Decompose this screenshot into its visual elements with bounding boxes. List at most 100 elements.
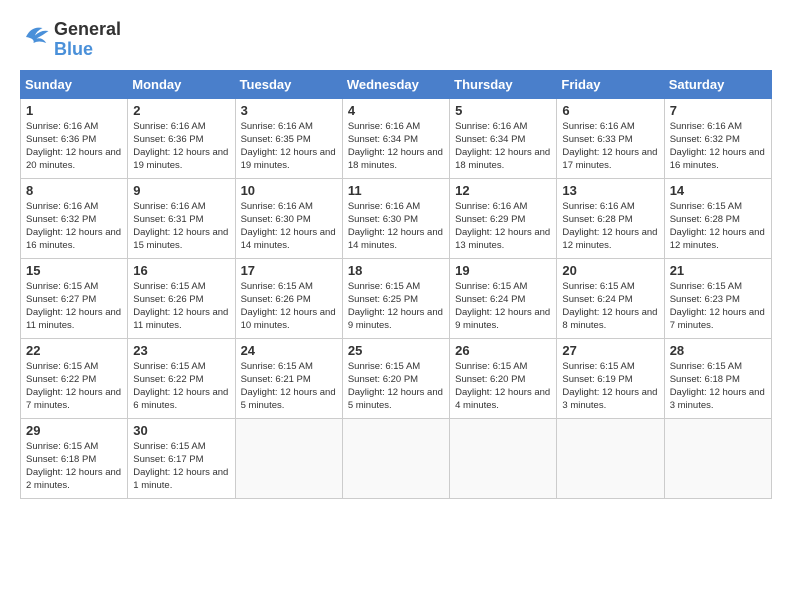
day-number: 8 — [26, 183, 122, 198]
calendar-cell: 6 Sunrise: 6:16 AMSunset: 6:33 PMDayligh… — [557, 98, 664, 178]
calendar-cell: 21 Sunrise: 6:15 AMSunset: 6:23 PMDaylig… — [664, 258, 771, 338]
logo: GeneralBlue — [20, 20, 121, 60]
col-header-monday: Monday — [128, 70, 235, 98]
calendar-cell: 23 Sunrise: 6:15 AMSunset: 6:22 PMDaylig… — [128, 338, 235, 418]
calendar-cell: 2 Sunrise: 6:16 AMSunset: 6:36 PMDayligh… — [128, 98, 235, 178]
week-row-5: 29 Sunrise: 6:15 AMSunset: 6:18 PMDaylig… — [21, 418, 772, 498]
page-header: GeneralBlue — [20, 20, 772, 60]
logo-icon — [20, 22, 50, 52]
day-number: 29 — [26, 423, 122, 438]
day-info: Sunrise: 6:16 AMSunset: 6:32 PMDaylight:… — [26, 200, 122, 253]
day-info: Sunrise: 6:16 AMSunset: 6:32 PMDaylight:… — [670, 120, 766, 173]
day-number: 23 — [133, 343, 229, 358]
col-header-tuesday: Tuesday — [235, 70, 342, 98]
day-info: Sunrise: 6:15 AMSunset: 6:24 PMDaylight:… — [562, 280, 658, 333]
calendar-cell: 20 Sunrise: 6:15 AMSunset: 6:24 PMDaylig… — [557, 258, 664, 338]
calendar-cell: 30 Sunrise: 6:15 AMSunset: 6:17 PMDaylig… — [128, 418, 235, 498]
calendar-cell: 5 Sunrise: 6:16 AMSunset: 6:34 PMDayligh… — [450, 98, 557, 178]
day-number: 11 — [348, 183, 444, 198]
day-number: 24 — [241, 343, 337, 358]
calendar-cell: 27 Sunrise: 6:15 AMSunset: 6:19 PMDaylig… — [557, 338, 664, 418]
calendar-cell: 25 Sunrise: 6:15 AMSunset: 6:20 PMDaylig… — [342, 338, 449, 418]
week-row-2: 8 Sunrise: 6:16 AMSunset: 6:32 PMDayligh… — [21, 178, 772, 258]
calendar-cell: 26 Sunrise: 6:15 AMSunset: 6:20 PMDaylig… — [450, 338, 557, 418]
calendar-cell — [557, 418, 664, 498]
week-row-1: 1 Sunrise: 6:16 AMSunset: 6:36 PMDayligh… — [21, 98, 772, 178]
day-number: 14 — [670, 183, 766, 198]
col-header-wednesday: Wednesday — [342, 70, 449, 98]
day-info: Sunrise: 6:16 AMSunset: 6:34 PMDaylight:… — [455, 120, 551, 173]
calendar-cell — [235, 418, 342, 498]
calendar-cell: 24 Sunrise: 6:15 AMSunset: 6:21 PMDaylig… — [235, 338, 342, 418]
day-info: Sunrise: 6:16 AMSunset: 6:35 PMDaylight:… — [241, 120, 337, 173]
day-info: Sunrise: 6:15 AMSunset: 6:20 PMDaylight:… — [455, 360, 551, 413]
day-info: Sunrise: 6:15 AMSunset: 6:20 PMDaylight:… — [348, 360, 444, 413]
day-info: Sunrise: 6:15 AMSunset: 6:18 PMDaylight:… — [670, 360, 766, 413]
day-number: 28 — [670, 343, 766, 358]
col-header-friday: Friday — [557, 70, 664, 98]
day-number: 13 — [562, 183, 658, 198]
calendar-cell: 10 Sunrise: 6:16 AMSunset: 6:30 PMDaylig… — [235, 178, 342, 258]
day-info: Sunrise: 6:15 AMSunset: 6:28 PMDaylight:… — [670, 200, 766, 253]
day-number: 4 — [348, 103, 444, 118]
day-info: Sunrise: 6:16 AMSunset: 6:36 PMDaylight:… — [133, 120, 229, 173]
day-info: Sunrise: 6:16 AMSunset: 6:30 PMDaylight:… — [241, 200, 337, 253]
day-info: Sunrise: 6:16 AMSunset: 6:31 PMDaylight:… — [133, 200, 229, 253]
calendar-cell: 9 Sunrise: 6:16 AMSunset: 6:31 PMDayligh… — [128, 178, 235, 258]
calendar-cell — [664, 418, 771, 498]
day-number: 21 — [670, 263, 766, 278]
day-number: 26 — [455, 343, 551, 358]
calendar-cell: 18 Sunrise: 6:15 AMSunset: 6:25 PMDaylig… — [342, 258, 449, 338]
day-number: 3 — [241, 103, 337, 118]
day-number: 25 — [348, 343, 444, 358]
calendar-cell: 13 Sunrise: 6:16 AMSunset: 6:28 PMDaylig… — [557, 178, 664, 258]
day-info: Sunrise: 6:15 AMSunset: 6:26 PMDaylight:… — [241, 280, 337, 333]
day-number: 19 — [455, 263, 551, 278]
calendar-cell: 14 Sunrise: 6:15 AMSunset: 6:28 PMDaylig… — [664, 178, 771, 258]
calendar-cell — [342, 418, 449, 498]
col-header-sunday: Sunday — [21, 70, 128, 98]
day-info: Sunrise: 6:15 AMSunset: 6:21 PMDaylight:… — [241, 360, 337, 413]
day-info: Sunrise: 6:15 AMSunset: 6:22 PMDaylight:… — [133, 360, 229, 413]
day-info: Sunrise: 6:15 AMSunset: 6:25 PMDaylight:… — [348, 280, 444, 333]
day-number: 12 — [455, 183, 551, 198]
day-number: 7 — [670, 103, 766, 118]
calendar-cell: 17 Sunrise: 6:15 AMSunset: 6:26 PMDaylig… — [235, 258, 342, 338]
day-number: 17 — [241, 263, 337, 278]
calendar-cell: 8 Sunrise: 6:16 AMSunset: 6:32 PMDayligh… — [21, 178, 128, 258]
logo-text: GeneralBlue — [54, 20, 121, 60]
day-info: Sunrise: 6:16 AMSunset: 6:29 PMDaylight:… — [455, 200, 551, 253]
calendar-cell: 29 Sunrise: 6:15 AMSunset: 6:18 PMDaylig… — [21, 418, 128, 498]
week-row-4: 22 Sunrise: 6:15 AMSunset: 6:22 PMDaylig… — [21, 338, 772, 418]
day-info: Sunrise: 6:15 AMSunset: 6:19 PMDaylight:… — [562, 360, 658, 413]
day-info: Sunrise: 6:16 AMSunset: 6:28 PMDaylight:… — [562, 200, 658, 253]
day-info: Sunrise: 6:15 AMSunset: 6:23 PMDaylight:… — [670, 280, 766, 333]
day-info: Sunrise: 6:16 AMSunset: 6:34 PMDaylight:… — [348, 120, 444, 173]
day-number: 1 — [26, 103, 122, 118]
calendar-cell: 11 Sunrise: 6:16 AMSunset: 6:30 PMDaylig… — [342, 178, 449, 258]
week-row-3: 15 Sunrise: 6:15 AMSunset: 6:27 PMDaylig… — [21, 258, 772, 338]
calendar-cell: 15 Sunrise: 6:15 AMSunset: 6:27 PMDaylig… — [21, 258, 128, 338]
calendar-cell: 4 Sunrise: 6:16 AMSunset: 6:34 PMDayligh… — [342, 98, 449, 178]
day-number: 10 — [241, 183, 337, 198]
day-number: 18 — [348, 263, 444, 278]
day-number: 9 — [133, 183, 229, 198]
day-number: 2 — [133, 103, 229, 118]
calendar-cell: 28 Sunrise: 6:15 AMSunset: 6:18 PMDaylig… — [664, 338, 771, 418]
day-number: 22 — [26, 343, 122, 358]
day-number: 27 — [562, 343, 658, 358]
calendar-cell: 1 Sunrise: 6:16 AMSunset: 6:36 PMDayligh… — [21, 98, 128, 178]
col-header-saturday: Saturday — [664, 70, 771, 98]
day-info: Sunrise: 6:15 AMSunset: 6:18 PMDaylight:… — [26, 440, 122, 493]
day-number: 16 — [133, 263, 229, 278]
calendar-cell: 16 Sunrise: 6:15 AMSunset: 6:26 PMDaylig… — [128, 258, 235, 338]
calendar-cell — [450, 418, 557, 498]
calendar-table: SundayMondayTuesdayWednesdayThursdayFrid… — [20, 70, 772, 499]
day-number: 30 — [133, 423, 229, 438]
day-info: Sunrise: 6:15 AMSunset: 6:17 PMDaylight:… — [133, 440, 229, 493]
col-header-thursday: Thursday — [450, 70, 557, 98]
calendar-body: 1 Sunrise: 6:16 AMSunset: 6:36 PMDayligh… — [21, 98, 772, 498]
day-number: 20 — [562, 263, 658, 278]
day-info: Sunrise: 6:16 AMSunset: 6:30 PMDaylight:… — [348, 200, 444, 253]
calendar-cell: 12 Sunrise: 6:16 AMSunset: 6:29 PMDaylig… — [450, 178, 557, 258]
